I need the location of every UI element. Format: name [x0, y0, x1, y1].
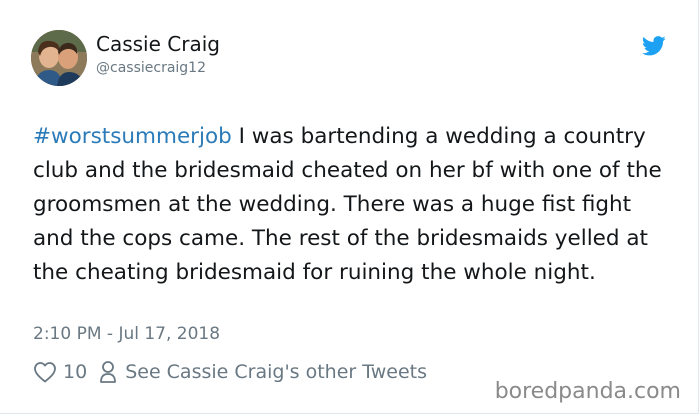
person-outline-icon	[100, 361, 117, 383]
tweet-card: Cassie Craig @cassiecraig12 #worstsummer…	[0, 0, 699, 414]
author-name[interactable]: Cassie Craig	[96, 31, 220, 57]
like-count[interactable]: 10	[63, 361, 87, 383]
see-other-tweets-link[interactable]: See Cassie Craig's other Tweets	[125, 361, 427, 383]
author-handle[interactable]: @cassiecraig12	[96, 59, 206, 77]
tweet-actions: 10 See Cassie Craig's other Tweets	[33, 358, 427, 386]
watermark: boredpanda.com	[494, 379, 681, 404]
avatar-photo	[31, 30, 87, 86]
tweet-text: #worstsummerjob I was bartending a weddi…	[33, 120, 663, 290]
avatar[interactable]	[31, 30, 87, 86]
heart-outline-icon[interactable]	[33, 361, 57, 383]
hashtag-link[interactable]: #worstsummerjob	[33, 124, 232, 149]
tweet-timestamp[interactable]: 2:10 PM - Jul 17, 2018	[33, 322, 220, 346]
twitter-bird-icon[interactable]	[642, 36, 666, 56]
